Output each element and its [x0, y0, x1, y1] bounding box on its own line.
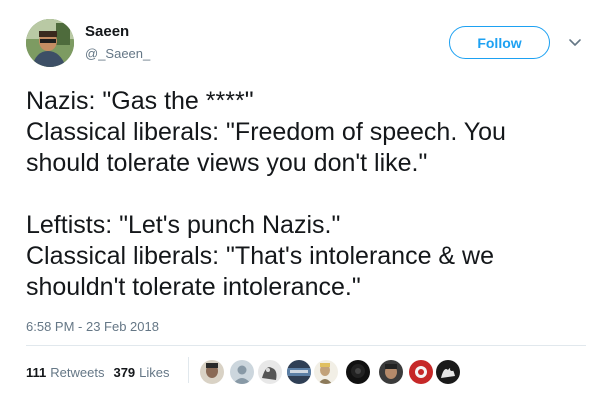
tweet-line: shouldn't tolerate intolerance." [26, 273, 361, 301]
author-handle[interactable]: @_Saeen_ [85, 46, 150, 61]
stats-separator [188, 357, 189, 383]
author-name[interactable]: Saeen [85, 23, 129, 40]
liker-avatar-image [200, 360, 224, 384]
likes-label: Likes [139, 365, 170, 380]
author-avatar[interactable] [26, 19, 74, 67]
tweet-text: Nazis: "Gas the ****" Classical liberals… [26, 86, 596, 303]
liker-avatar[interactable] [230, 360, 254, 384]
liker-avatar[interactable] [200, 360, 224, 384]
liker-avatar[interactable] [409, 360, 433, 384]
tweet-card: Saeen @_Saeen_ Follow Nazis: "Gas the **… [0, 0, 614, 403]
liker-avatar[interactable] [258, 360, 282, 384]
retweets-count: 111 [26, 365, 47, 380]
liker-avatar-image [409, 360, 433, 384]
retweets-stat[interactable]: 111 Retweets [26, 365, 104, 380]
liker-avatar[interactable] [379, 360, 403, 384]
liker-avatar[interactable] [314, 360, 338, 384]
tweet-line: Classical liberals: "Freedom of speech. … [26, 118, 506, 146]
divider [26, 345, 586, 346]
tweet-line: Leftists: "Let's punch Nazis." [26, 211, 341, 239]
liker-avatar-image [258, 360, 282, 384]
avatar-image [26, 19, 74, 67]
tweet-line: should tolerate views you don't like." [26, 149, 428, 177]
liker-avatar[interactable] [436, 360, 460, 384]
liker-avatar[interactable] [346, 360, 370, 384]
likes-count: 379 [113, 365, 136, 380]
liker-avatar-image [287, 360, 311, 384]
follow-button[interactable]: Follow [449, 26, 550, 59]
liker-avatar-image [314, 360, 338, 384]
default-avatar-icon [230, 360, 254, 384]
likes-stat[interactable]: 379 Likes [113, 365, 169, 380]
retweets-label: Retweets [50, 365, 105, 380]
liker-avatar-image [379, 360, 403, 384]
liker-avatar-image [436, 360, 460, 384]
chevron-down-icon[interactable] [567, 35, 583, 51]
liker-avatar[interactable] [287, 360, 311, 384]
liker-avatar-image [346, 360, 370, 384]
tweet-stats: 111 Retweets 379 Likes [26, 365, 179, 380]
tweet-timestamp[interactable]: 6:58 PM - 23 Feb 2018 [26, 319, 159, 334]
tweet-line: Classical liberals: "That's intolerance … [26, 242, 495, 270]
tweet-line: Nazis: "Gas the ****" [26, 87, 254, 115]
